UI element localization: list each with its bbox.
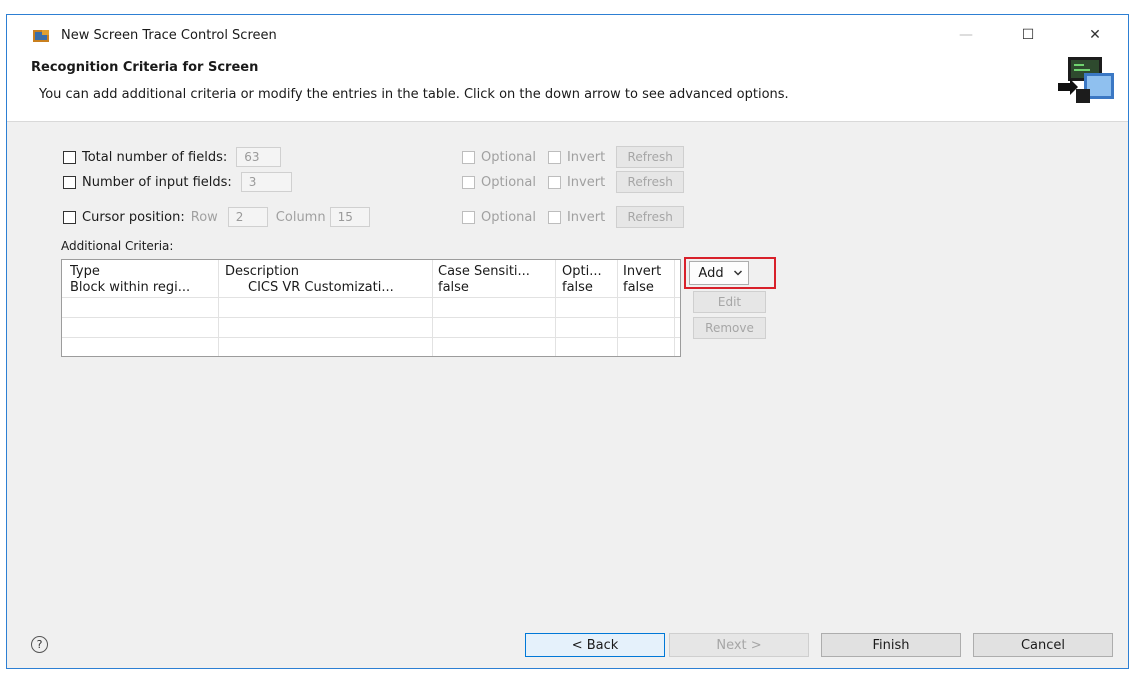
column-header-description[interactable]: Description — [225, 264, 425, 279]
input-fields-value: 3 — [240, 172, 292, 192]
edit-button[interactable]: Edit — [693, 291, 766, 313]
input-fields-invert-checkbox[interactable] — [547, 175, 561, 189]
input-fields-options: Optional Invert Refresh — [462, 171, 685, 193]
input-fields-optional-checkbox[interactable] — [462, 175, 475, 189]
screen-wizard-banner-icon — [1058, 57, 1114, 103]
table-cell-optional[interactable]: false — [562, 280, 614, 295]
cursor-refresh-button[interactable]: Refresh — [616, 206, 685, 228]
table-cell-invert[interactable]: false — [623, 280, 673, 295]
help-icon[interactable]: ? — [31, 636, 48, 653]
cursor-column-value: 15 — [329, 207, 370, 227]
criteria-table[interactable]: Type Description Case Sensiti... Opti...… — [61, 259, 681, 357]
window-title: New Screen Trace Control Screen — [61, 28, 277, 43]
input-fields-checkbox[interactable] — [63, 175, 76, 189]
page-header: Recognition Criteria for Screen You can … — [7, 53, 1128, 122]
input-fields-invert-label: Invert — [566, 174, 606, 190]
cursor-invert-checkbox[interactable] — [547, 210, 561, 224]
finish-button[interactable]: Finish — [821, 633, 961, 657]
cursor-position-options: Optional Invert Refresh — [462, 206, 685, 228]
input-fields-optional-label: Optional — [481, 174, 536, 190]
table-cell-description[interactable]: CICS VR Customizati... — [248, 280, 428, 295]
add-button[interactable]: Add — [689, 261, 749, 285]
remove-button[interactable]: Remove — [693, 317, 766, 339]
additional-criteria-label: Additional Criteria: — [61, 239, 174, 253]
column-header-invert[interactable]: Invert — [623, 264, 673, 279]
cursor-row-value: 2 — [227, 207, 268, 227]
total-fields-optional-checkbox[interactable] — [462, 150, 475, 164]
total-fields-row: Total number of fields: 63 — [63, 146, 282, 168]
cursor-invert-label: Invert — [566, 209, 606, 225]
cursor-optional-label: Optional — [481, 209, 536, 225]
cancel-button[interactable]: Cancel — [973, 633, 1113, 657]
input-fields-label: Number of input fields: — [82, 174, 232, 190]
total-fields-checkbox[interactable] — [63, 150, 76, 164]
page-description: You can add additional criteria or modif… — [39, 87, 789, 102]
chevron-down-icon[interactable] — [733, 269, 743, 277]
title-bar: New Screen Trace Control Screen — ☐ ✕ — [7, 15, 1128, 53]
total-fields-label: Total number of fields: — [82, 149, 228, 165]
back-button[interactable]: < Back — [525, 633, 665, 657]
maximize-button[interactable]: ☐ — [1011, 23, 1045, 47]
cursor-optional-checkbox[interactable] — [462, 210, 475, 224]
add-button-label: Add — [698, 265, 724, 281]
table-cell-type[interactable]: Block within regi... — [70, 280, 215, 295]
column-header-optional[interactable]: Opti... — [562, 264, 614, 279]
cursor-position-row: Cursor position: Row 2 Column 15 — [63, 206, 370, 228]
close-button[interactable]: ✕ — [1078, 23, 1112, 47]
wizard-window: New Screen Trace Control Screen — ☐ ✕ Re… — [6, 14, 1129, 669]
next-button[interactable]: Next > — [669, 633, 809, 657]
minimize-button[interactable]: — — [949, 23, 983, 47]
total-fields-options: Optional Invert Refresh — [462, 146, 685, 168]
table-cell-case-sensitive[interactable]: false — [438, 280, 550, 295]
cursor-row-label: Row — [190, 209, 218, 225]
input-fields-row: Number of input fields: 3 — [63, 171, 292, 193]
total-fields-invert-checkbox[interactable] — [547, 150, 561, 164]
column-header-type[interactable]: Type — [70, 264, 215, 279]
total-fields-optional-label: Optional — [481, 149, 536, 165]
cursor-position-label: Cursor position: — [82, 209, 185, 225]
column-header-case-sensitive[interactable]: Case Sensiti... — [438, 264, 550, 279]
total-fields-refresh-button[interactable]: Refresh — [616, 146, 685, 168]
total-fields-value: 63 — [236, 147, 282, 167]
wizard-app-icon — [33, 30, 49, 42]
page-title: Recognition Criteria for Screen — [31, 60, 259, 75]
cursor-column-label: Column — [275, 209, 326, 225]
input-fields-refresh-button[interactable]: Refresh — [616, 171, 685, 193]
total-fields-invert-label: Invert — [566, 149, 606, 165]
cursor-position-checkbox[interactable] — [63, 210, 76, 224]
